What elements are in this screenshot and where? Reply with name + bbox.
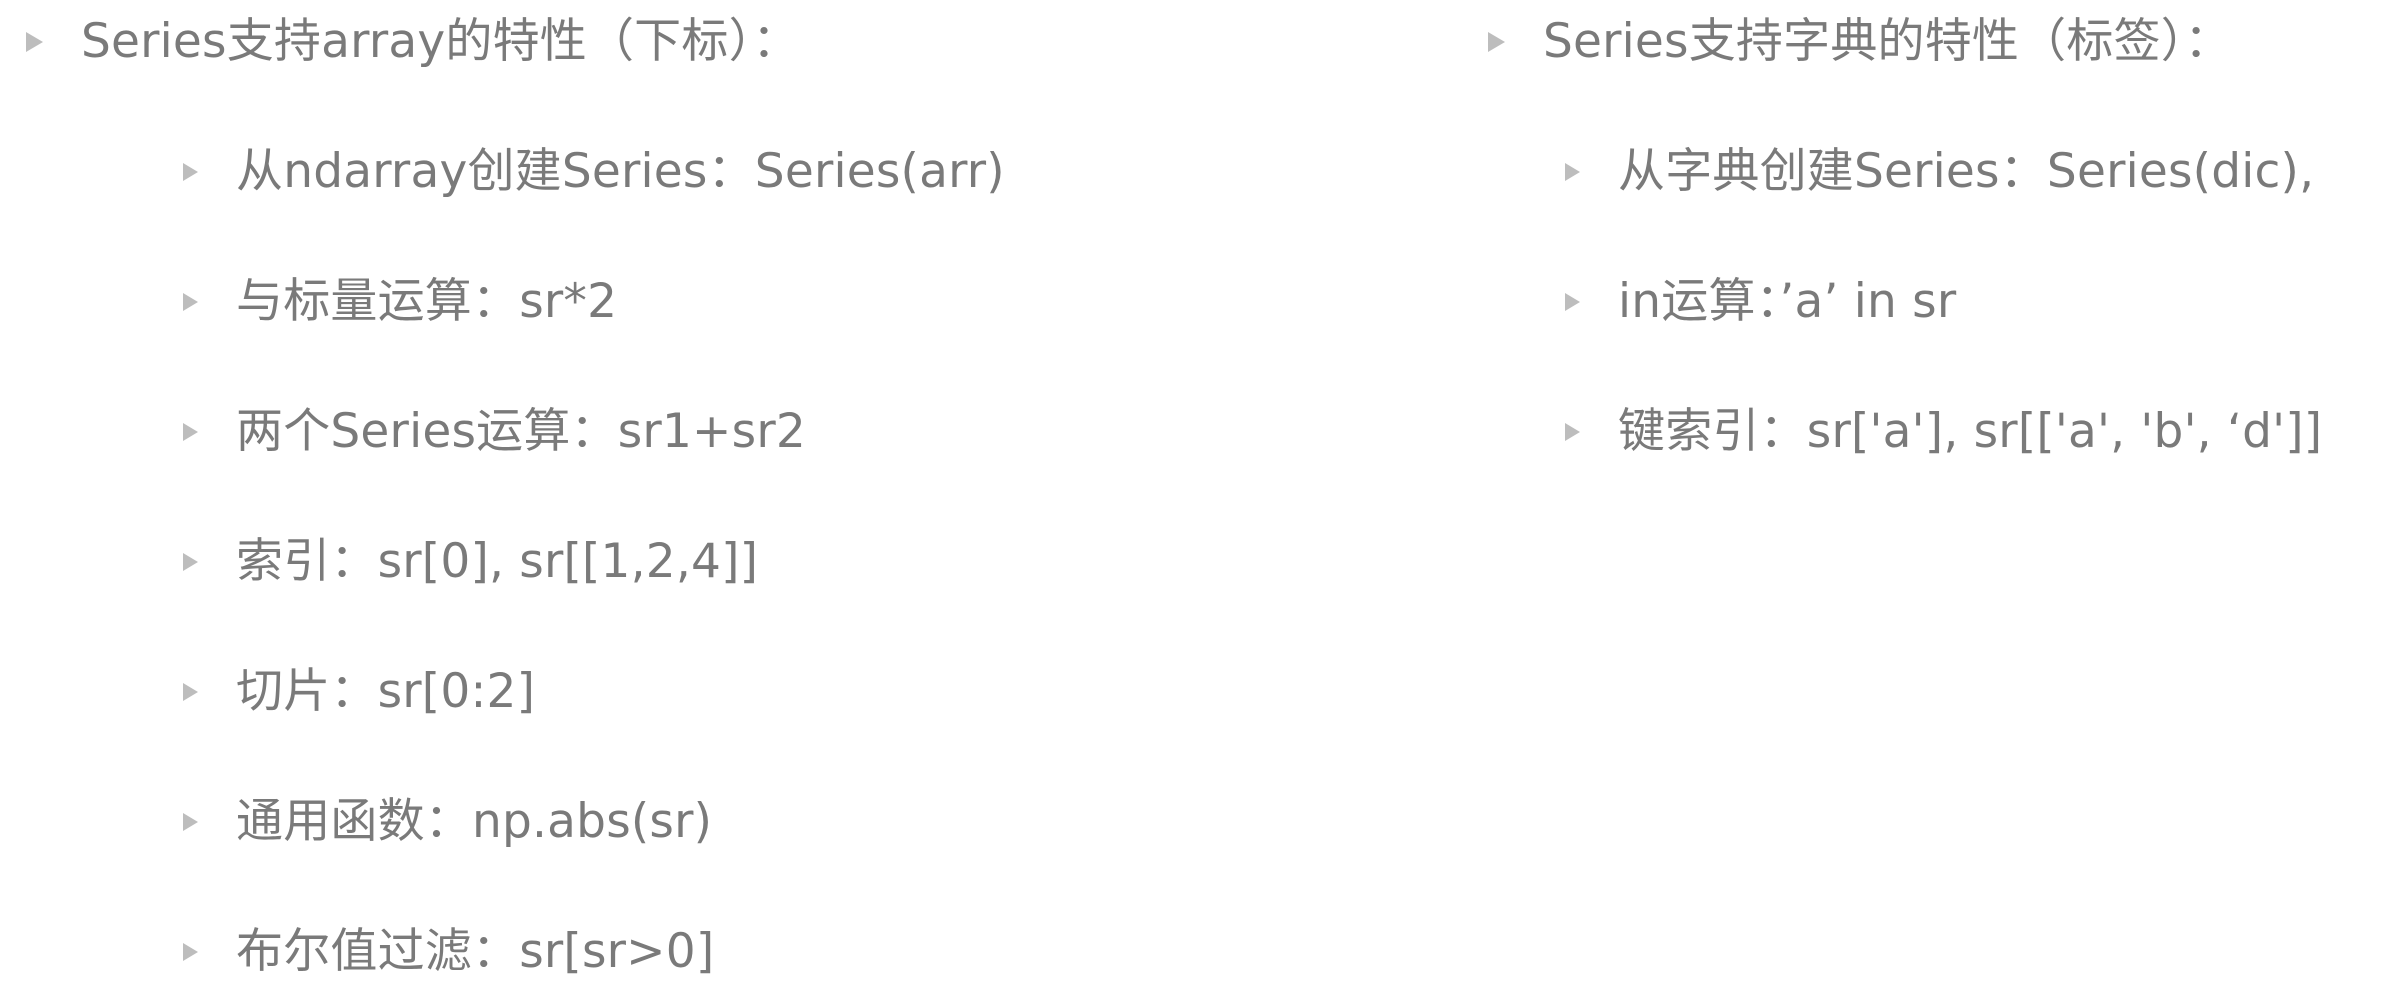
triangle-bullet-icon bbox=[1565, 423, 1580, 441]
triangle-bullet-icon bbox=[183, 553, 198, 571]
list-item: in运算：’a’ in sr bbox=[1565, 272, 1956, 332]
triangle-bullet-icon bbox=[1565, 293, 1580, 311]
right-heading: Series支持字典的特性（标签）： bbox=[1488, 12, 2232, 72]
triangle-bullet-icon bbox=[183, 943, 198, 961]
list-item: 两个Series运算：sr1+sr2 bbox=[183, 402, 806, 462]
list-item-text: 切片：sr[0:2] bbox=[236, 664, 536, 719]
list-item-text: 从ndarray创建Series：Series(arr) bbox=[236, 144, 1005, 199]
triangle-bullet-icon bbox=[1565, 163, 1580, 181]
triangle-bullet-icon bbox=[26, 32, 43, 52]
list-item-text: in运算：’a’ in sr bbox=[1618, 274, 1957, 329]
list-item: 键索引：sr['a'], sr[['a', 'b', ‘d']] bbox=[1565, 402, 2322, 462]
left-heading: Series支持array的特性（下标）： bbox=[26, 12, 799, 72]
triangle-bullet-icon bbox=[183, 813, 198, 831]
triangle-bullet-icon bbox=[183, 293, 198, 311]
list-item-text: 键索引：sr['a'], sr[['a', 'b', ‘d']] bbox=[1618, 404, 2323, 459]
triangle-bullet-icon bbox=[183, 683, 198, 701]
left-heading-text: Series支持array的特性（下标）： bbox=[81, 14, 800, 69]
list-item: 与标量运算：sr*2 bbox=[183, 272, 617, 332]
right-heading-text: Series支持字典的特性（标签）： bbox=[1543, 14, 2232, 69]
list-item-text: 通用函数：np.abs(sr) bbox=[236, 794, 713, 849]
list-item: 通用函数：np.abs(sr) bbox=[183, 792, 712, 852]
list-item-text: 布尔值过滤：sr[sr>0] bbox=[236, 924, 715, 979]
list-item: 索引：sr[0], sr[[1,2,4]] bbox=[183, 532, 758, 592]
list-item-text: 索引：sr[0], sr[[1,2,4]] bbox=[236, 534, 759, 589]
list-item-text: 与标量运算：sr*2 bbox=[236, 274, 618, 329]
triangle-bullet-icon bbox=[183, 423, 198, 441]
list-item: 从字典创建Series：Series(dic), bbox=[1565, 142, 2314, 202]
list-item: 布尔值过滤：sr[sr>0] bbox=[183, 922, 714, 982]
list-item-text: 从字典创建Series：Series(dic), bbox=[1618, 144, 2315, 199]
triangle-bullet-icon bbox=[183, 163, 198, 181]
triangle-bullet-icon bbox=[1488, 32, 1505, 52]
list-item: 从ndarray创建Series：Series(arr) bbox=[183, 142, 1005, 202]
list-item-text: 两个Series运算：sr1+sr2 bbox=[236, 404, 806, 459]
list-item: 切片：sr[0:2] bbox=[183, 662, 535, 722]
